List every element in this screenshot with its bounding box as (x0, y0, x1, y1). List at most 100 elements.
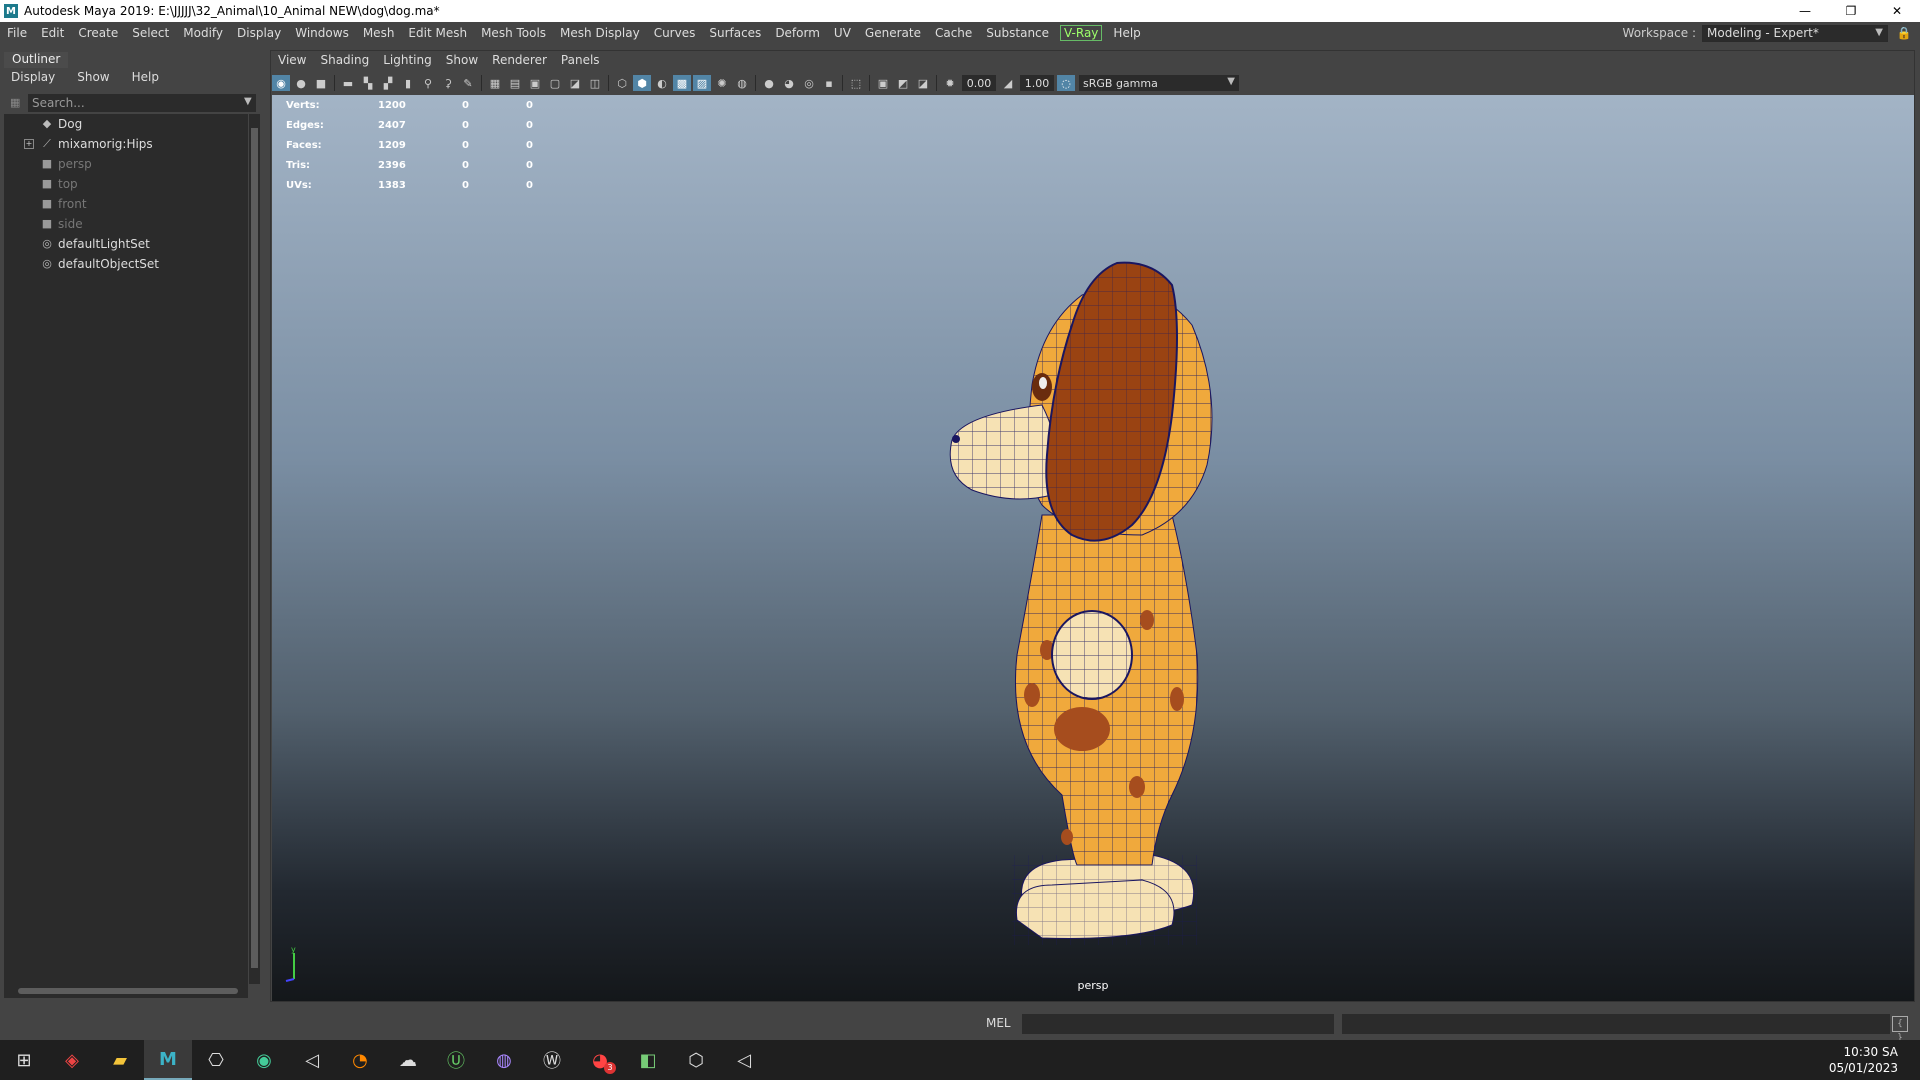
outliner-search-input[interactable]: Search... (28, 94, 256, 112)
gamma-field[interactable]: 1.00 (1020, 75, 1054, 91)
lock-icon[interactable]: 🔒 (1894, 26, 1914, 40)
filter-icon[interactable]: ▦ (10, 96, 24, 110)
grease-pencil-icon[interactable]: ▮ (399, 75, 417, 91)
menu-surfaces[interactable]: Surfaces (702, 26, 768, 40)
isolate-select-icon[interactable]: ⬚ (847, 75, 865, 91)
menu-edit-mesh[interactable]: Edit Mesh (401, 26, 474, 40)
gate-mask-icon[interactable]: ▤ (506, 75, 524, 91)
exposure-icon[interactable]: ✹ (941, 75, 959, 91)
menu-modify[interactable]: Modify (176, 26, 230, 40)
grid-icon[interactable]: ⚲ (419, 75, 437, 91)
menu-edit[interactable]: Edit (34, 26, 71, 40)
menu-substance[interactable]: Substance (979, 26, 1056, 40)
menu-select[interactable]: Select (125, 26, 176, 40)
bookmark-icon[interactable]: ▚ (359, 75, 377, 91)
shadows-icon[interactable]: ◍ (733, 75, 751, 91)
outliner-menu-help[interactable]: Help (121, 70, 170, 88)
wordpress-icon[interactable]: Ⓦ (528, 1040, 576, 1080)
dog-model[interactable] (272, 95, 1914, 1001)
color-management-icon[interactable]: ◌ (1057, 75, 1075, 91)
outliner-item[interactable]: ◎ defaultLightSet (4, 234, 248, 254)
menu-mesh-display[interactable]: Mesh Display (553, 26, 647, 40)
menu-help[interactable]: Help (1106, 26, 1147, 40)
system-clock[interactable]: 10:30 SA 05/01/2023 (1829, 1044, 1898, 1076)
blender-icon[interactable]: ◔ (336, 1040, 384, 1080)
xray-components-icon[interactable]: ◪ (914, 75, 932, 91)
messenger-icon[interactable]: ◕ 3 (576, 1040, 624, 1080)
textured-icon[interactable]: ▨ (693, 75, 711, 91)
menu-uv[interactable]: UV (827, 26, 858, 40)
outliner-item[interactable]: ◆ Dog (4, 114, 248, 134)
exposure-field[interactable]: 0.00 (962, 75, 996, 91)
photoshop-like-icon[interactable]: ⎔ (192, 1040, 240, 1080)
select-camera-icon[interactable]: ◉ (272, 75, 290, 91)
wireframe-icon[interactable]: ▦ (486, 75, 504, 91)
anti-aliasing-icon[interactable]: ◎ (800, 75, 818, 91)
menu-windows[interactable]: Windows (288, 26, 356, 40)
fit-view-icon[interactable]: ◫ (586, 75, 604, 91)
mel-command-input[interactable] (1022, 1014, 1334, 1034)
viewport-menu-renderer[interactable]: Renderer (485, 53, 554, 71)
safe-action-icon[interactable]: ▢ (546, 75, 564, 91)
sketchup-icon[interactable]: ◈ (48, 1040, 96, 1080)
wireframe-shading-icon[interactable]: ⬡ (613, 75, 631, 91)
image-plane-icon[interactable]: ▬ (339, 75, 357, 91)
menu-deform[interactable]: Deform (768, 26, 827, 40)
motion-blur-icon[interactable]: ◕ (780, 75, 798, 91)
safe-title-icon[interactable]: ◪ (566, 75, 584, 91)
windows-start-icon[interactable]: ⊞ (0, 1040, 48, 1080)
menu-curves[interactable]: Curves (647, 26, 703, 40)
outliner-item[interactable]: ■ front (4, 194, 248, 214)
resolution-gate-icon[interactable]: ✎ (459, 75, 477, 91)
viewport-menu-lighting[interactable]: Lighting (376, 53, 439, 71)
outliner-item[interactable]: ■ top (4, 174, 248, 194)
unity-icon[interactable]: ◁ (288, 1040, 336, 1080)
outliner-vertical-scrollbar[interactable] (249, 114, 260, 984)
outliner-horizontal-scrollbar[interactable] (4, 984, 248, 998)
scrollbar-thumb[interactable] (18, 988, 238, 994)
viewport-menu-shading[interactable]: Shading (313, 53, 376, 71)
outliner-item[interactable]: ■ persp (4, 154, 248, 174)
view-transform-dropdown[interactable]: sRGB gamma ▼ (1079, 75, 1239, 91)
menu-mesh-tools[interactable]: Mesh Tools (474, 26, 553, 40)
lock-camera-icon[interactable]: ● (292, 75, 310, 91)
mel-label[interactable]: MEL (986, 1016, 1011, 1030)
cura-icon[interactable]: ◧ (624, 1040, 672, 1080)
field-chart-icon[interactable]: ▣ (526, 75, 544, 91)
outliner-tab[interactable]: Outliner (4, 52, 69, 68)
script-editor-icon[interactable]: { } (1892, 1016, 1908, 1043)
expand-icon[interactable]: + (24, 139, 34, 149)
viewport-menu-view[interactable]: View (271, 53, 313, 71)
chrome-icon[interactable]: ◉ (240, 1040, 288, 1080)
film-gate-icon[interactable]: ⚳ (439, 75, 457, 91)
menu-cache[interactable]: Cache (928, 26, 979, 40)
wireframe-on-shaded-icon[interactable]: ▩ (673, 75, 691, 91)
menu-mesh[interactable]: Mesh (356, 26, 402, 40)
substance-icon[interactable]: ☁ (384, 1040, 432, 1080)
viewport-menu-show[interactable]: Show (439, 53, 485, 71)
camera-2d-pan-icon[interactable]: ▞ (379, 75, 397, 91)
unity-hub-icon[interactable]: ⬡ (672, 1040, 720, 1080)
github-icon[interactable]: ◍ (480, 1040, 528, 1080)
menu-create[interactable]: Create (71, 26, 125, 40)
screen-space-ao-icon[interactable]: ● (760, 75, 778, 91)
maya-icon[interactable]: M (144, 1040, 192, 1080)
viewport-menu-panels[interactable]: Panels (554, 53, 607, 71)
menu-file[interactable]: File (0, 26, 34, 40)
workspace-dropdown[interactable]: Modeling - Expert* ▼ (1702, 24, 1888, 42)
outliner-item[interactable]: ◎ defaultObjectSet (4, 254, 248, 274)
outliner-item[interactable]: + ⟋ mixamorig:Hips (4, 134, 248, 154)
upwork-icon[interactable]: Ⓤ (432, 1040, 480, 1080)
unity-editor-icon[interactable]: ◁ (720, 1040, 768, 1080)
xray-joints-icon[interactable]: ◩ (894, 75, 912, 91)
outliner-menu-display[interactable]: Display (0, 70, 66, 88)
menu-vray[interactable]: V-Ray (1060, 25, 1103, 41)
restore-button[interactable]: ❐ (1828, 0, 1874, 22)
xray-icon[interactable]: ▣ (874, 75, 892, 91)
depth-of-field-icon[interactable]: ▪ (820, 75, 838, 91)
3d-viewport[interactable]: Verts: 1200 0 0 Edges: 2407 0 0 Faces: 1209 0 0 Tris… (272, 95, 1914, 1001)
outliner-menu-show[interactable]: Show (66, 70, 120, 88)
menu-generate[interactable]: Generate (858, 26, 928, 40)
minimize-button[interactable]: — (1782, 0, 1828, 22)
file-explorer-icon[interactable]: ▰ (96, 1040, 144, 1080)
